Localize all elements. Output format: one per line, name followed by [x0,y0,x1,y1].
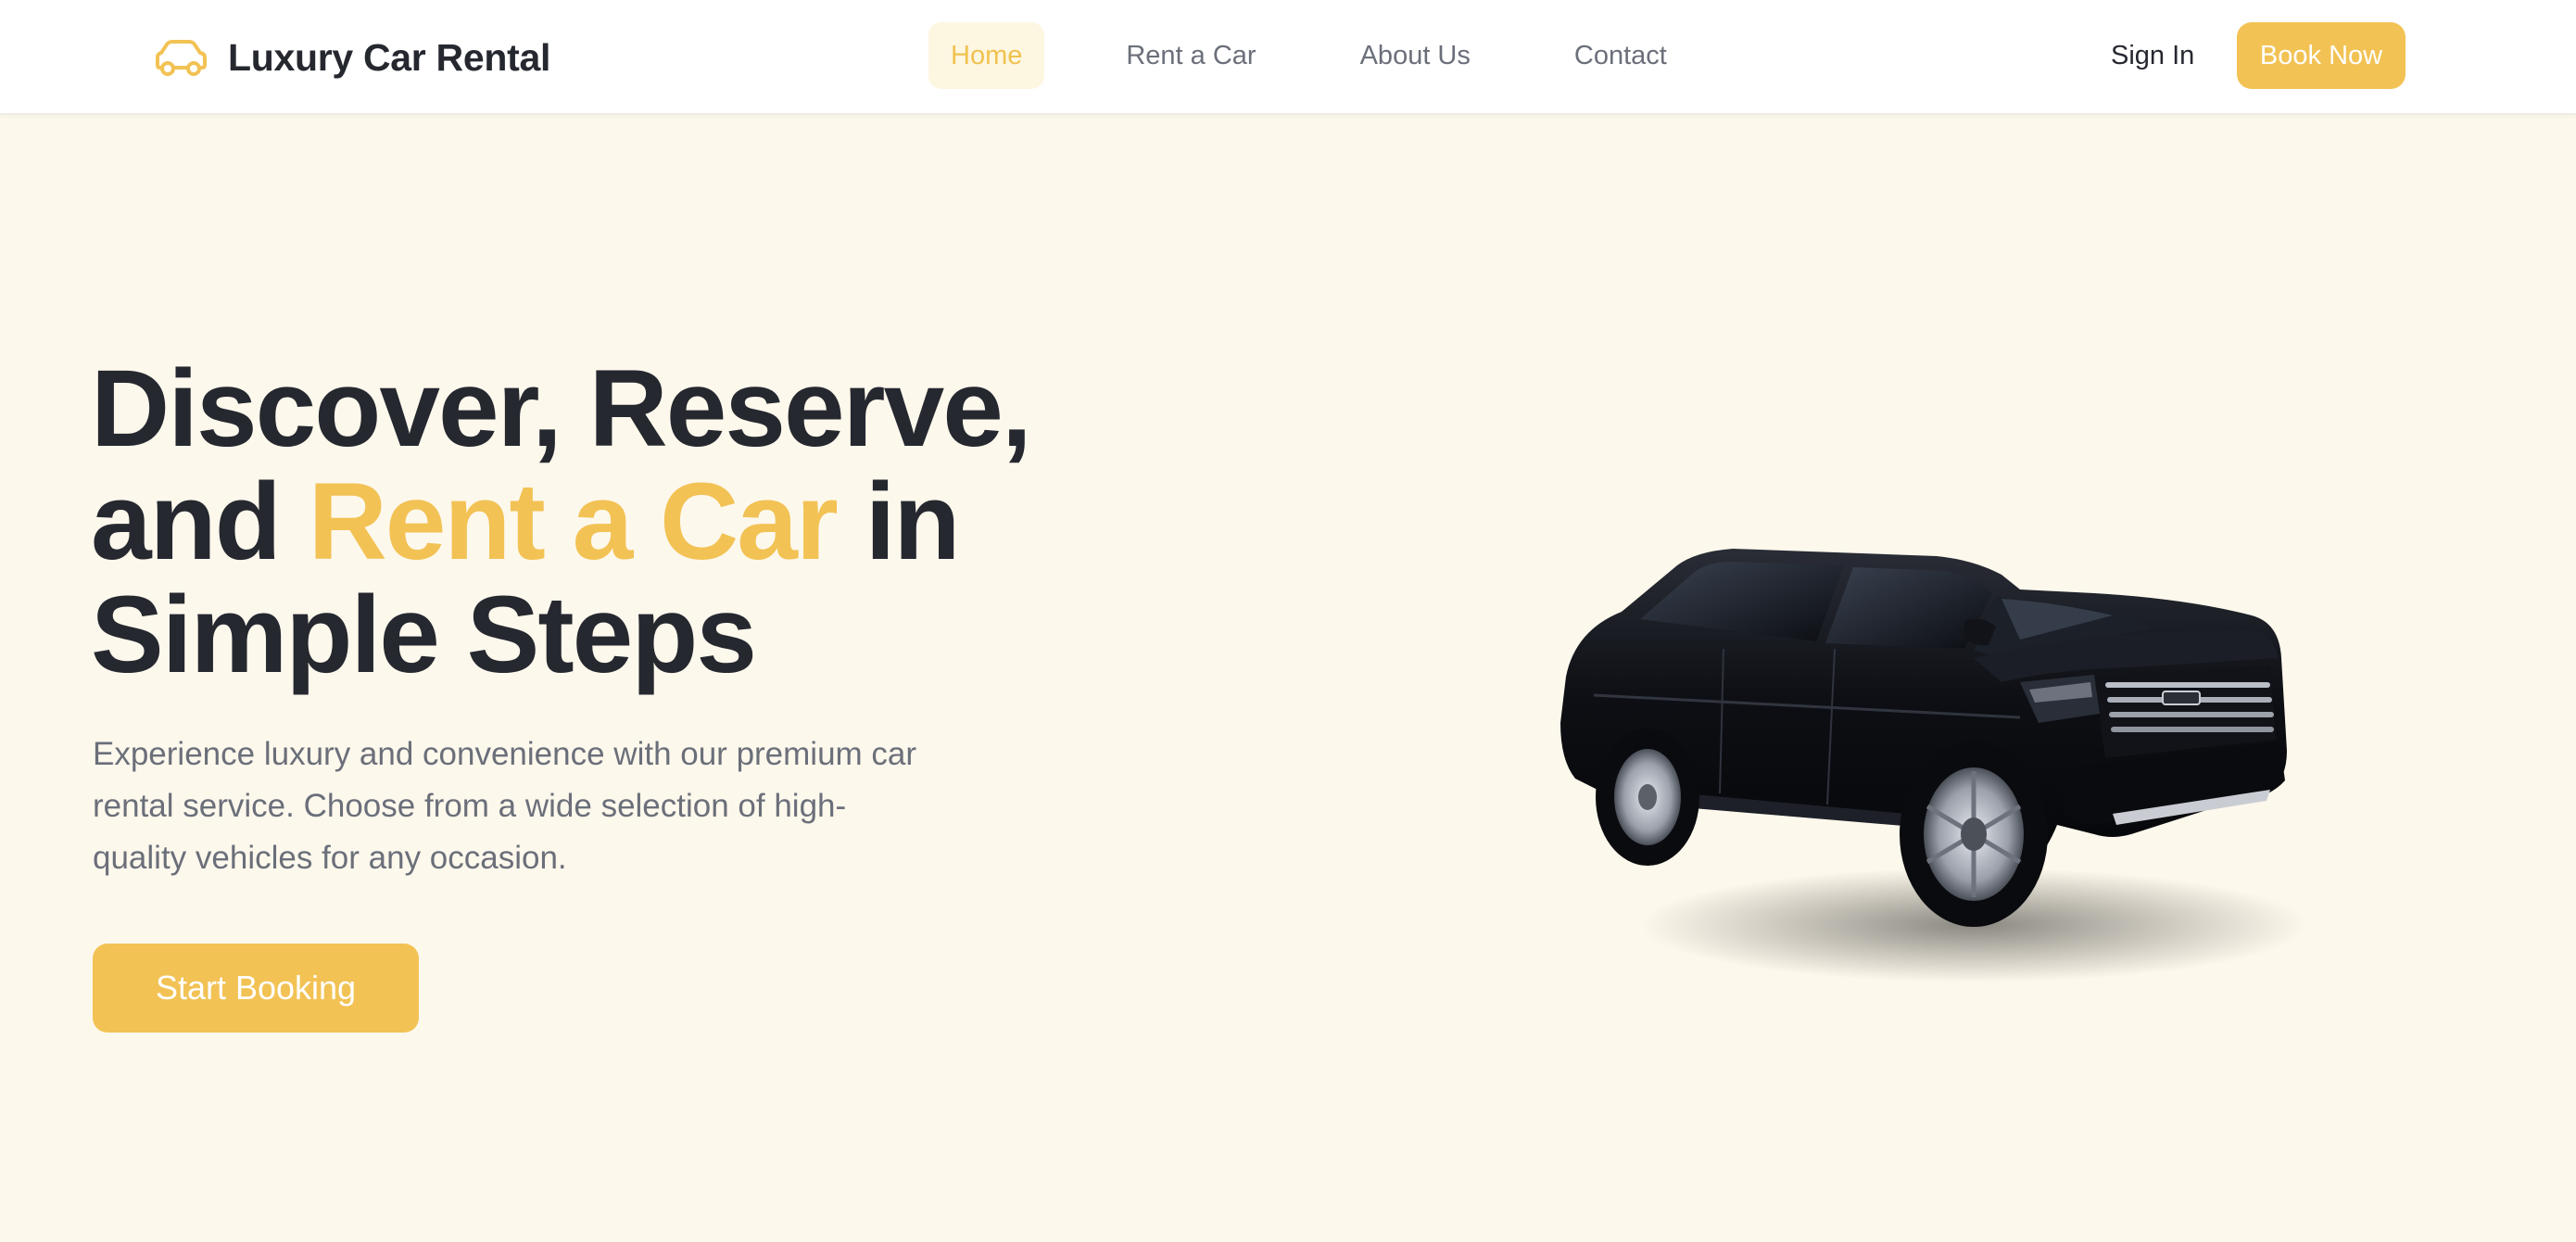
book-now-button[interactable]: Book Now [2237,22,2406,89]
navbar: Luxury Car Rental Home Rent a Car About … [0,0,2576,115]
sign-in-link[interactable]: Sign In [2111,22,2194,89]
nav-home[interactable]: Home [928,22,1045,89]
hero-title: Discover, Reserve, and Rent a Car in Sim… [91,352,1166,691]
car-icon [156,40,207,76]
nav-about-us[interactable]: About Us [1338,22,1493,89]
nav-rent-a-car[interactable]: Rent a Car [1104,22,1278,89]
brand-logo[interactable]: Luxury Car Rental [152,30,550,85]
hero-title-accent: Rent a Car [308,461,839,583]
suv-image [1560,549,2307,982]
brand-name: Luxury Car Rental [228,35,551,79]
hero-car-image [1538,519,2354,1001]
hero-title-part2: and [91,461,282,583]
main-nav: Home Rent a Car About Us Contact [928,22,1689,89]
hero-title-part3: in [865,461,961,583]
start-booking-button[interactable]: Start Booking [93,944,419,1033]
hero-description: Experience luxury and convenience with o… [93,736,917,876]
nav-contact[interactable]: Contact [1552,22,1689,89]
hero-title-part4: Simple Steps [91,574,757,696]
hero-title-part1: Discover, Reserve, [91,348,1032,470]
